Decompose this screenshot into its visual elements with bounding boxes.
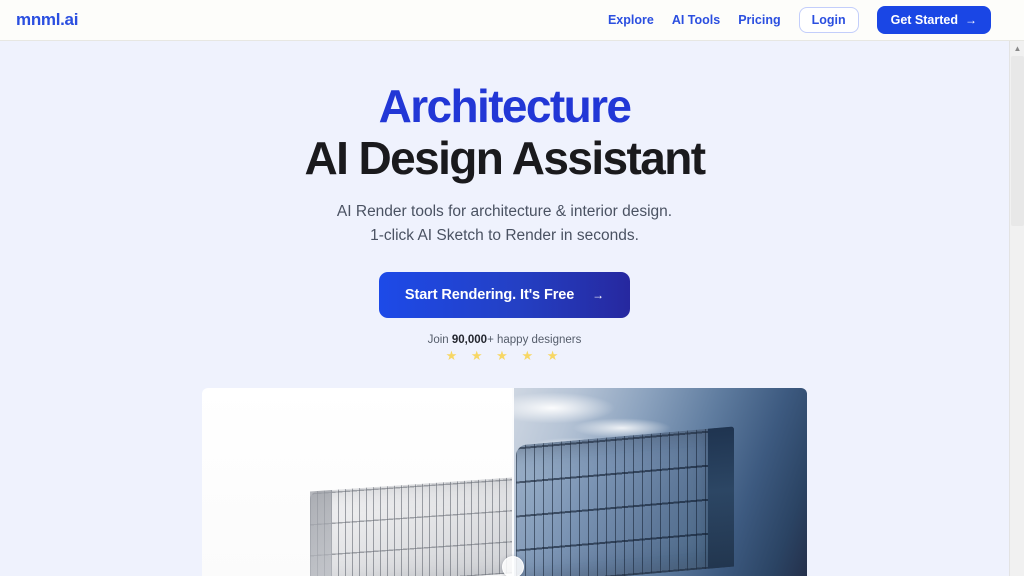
comparison-slider-handle[interactable] (502, 556, 524, 576)
nav-links-group: Explore AI Tools Pricing Login Get Start… (608, 5, 993, 35)
login-button[interactable]: Login (798, 6, 859, 34)
nav-link-ai-tools[interactable]: AI Tools (672, 13, 720, 27)
rendered-building-shape (516, 426, 734, 576)
get-started-button[interactable]: Get Started → (876, 5, 991, 35)
nav-link-pricing[interactable]: Pricing (738, 13, 780, 27)
hero-subtitle: AI Render tools for architecture & inter… (0, 200, 1009, 248)
arrow-right-icon: → (965, 13, 977, 27)
scroll-up-arrow-icon[interactable]: ▲ (1010, 41, 1024, 56)
before-after-comparison[interactable] (202, 388, 807, 576)
nav-link-explore[interactable]: Explore (608, 13, 654, 27)
arrow-right-icon: → (592, 288, 605, 302)
get-started-label: Get Started (890, 12, 958, 27)
navbar-scrollbar-cap (1009, 0, 1024, 41)
social-proof-count: 90,000 (451, 334, 488, 346)
site-logo[interactable]: mnml.ai (16, 10, 78, 30)
start-rendering-label: Start Rendering. It's Free (404, 287, 575, 303)
after-render-image (512, 388, 807, 576)
page-content: Architecture AI Design Assistant AI Rend… (0, 41, 1009, 576)
social-proof-text: Join 90,000+ happy designers (0, 334, 1009, 346)
scrollbar-thumb[interactable] (1011, 56, 1024, 226)
headline-accent-line: Architecture (378, 80, 632, 132)
subtitle-line-2: 1-click AI Sketch to Render in seconds. (370, 227, 639, 244)
top-navigation-bar: mnml.ai Explore AI Tools Pricing Login G… (0, 0, 1009, 41)
page-scrollbar[interactable]: ▲ (1009, 41, 1024, 576)
subtitle-line-1: AI Render tools for architecture & inter… (336, 203, 673, 220)
social-proof-suffix: + happy designers (487, 334, 582, 346)
cta-container: Start Rendering. It's Free → (0, 272, 1009, 318)
star-rating: ★ ★ ★ ★ ★ (445, 348, 564, 363)
headline-main-line: AI Design Assistant (304, 132, 706, 184)
page-title: Architecture AI Design Assistant (0, 80, 1009, 184)
start-rendering-button[interactable]: Start Rendering. It's Free → (378, 272, 631, 318)
social-proof-prefix: Join (427, 334, 452, 346)
hero-section: Architecture AI Design Assistant AI Rend… (0, 41, 1009, 363)
comparison-slider-divider (512, 388, 514, 576)
